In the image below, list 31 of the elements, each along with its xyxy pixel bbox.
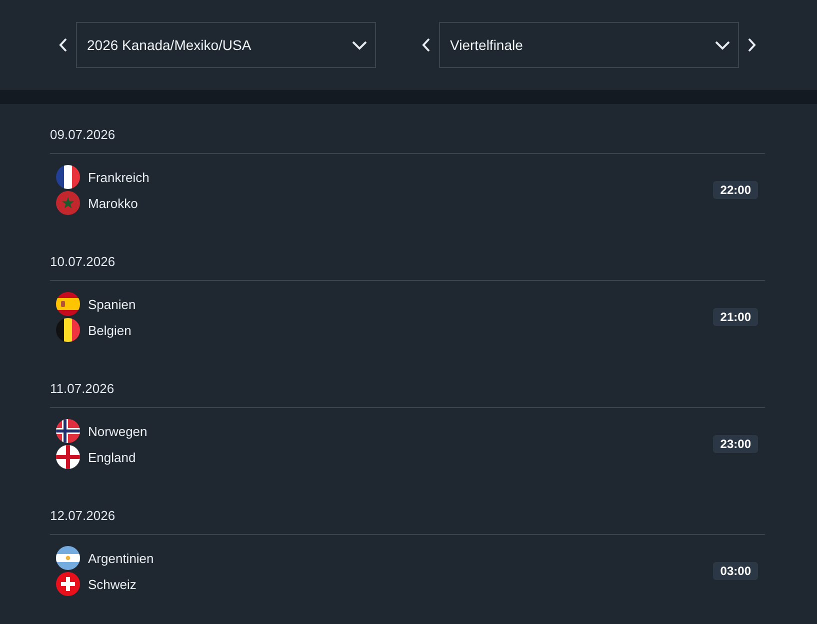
argentina-flag-icon bbox=[56, 546, 80, 570]
team-name: Schweiz bbox=[88, 576, 136, 592]
spain-flag-icon bbox=[56, 292, 80, 316]
kickoff-time: 21:00 bbox=[713, 308, 758, 326]
england-flag-icon bbox=[56, 445, 80, 469]
team-name: Frankreich bbox=[88, 170, 150, 184]
team-name: Norwegen bbox=[88, 424, 148, 438]
belgium-flag-icon bbox=[56, 318, 80, 342]
team-name: Argentinien bbox=[88, 550, 154, 566]
match-date: 11.07.2026 bbox=[50, 380, 114, 398]
france-flag-icon bbox=[56, 165, 80, 189]
team-name: Belgien bbox=[88, 322, 132, 338]
norway-flag-icon bbox=[56, 419, 80, 443]
match-date: 10.07.2026 bbox=[50, 253, 116, 271]
team-name: Marokko bbox=[88, 196, 138, 210]
chevron-down-icon bbox=[352, 40, 367, 50]
chevron-down-icon bbox=[715, 40, 730, 50]
kickoff-time: 22:00 bbox=[713, 181, 758, 199]
round-dropdown[interactable]: Viertelfinale bbox=[439, 22, 739, 68]
kickoff-time: 03:00 bbox=[713, 562, 758, 580]
chevron-right-icon bbox=[748, 38, 756, 52]
chevron-left-icon bbox=[59, 38, 67, 52]
switzerland-flag-icon bbox=[56, 572, 80, 596]
competition-dropdown[interactable]: 2026 Kanada/Mexiko/USA bbox=[76, 22, 376, 68]
team-name: Spanien bbox=[88, 296, 136, 312]
match-date: 12.07.2026 bbox=[50, 507, 116, 525]
match-date: 09.07.2026 bbox=[50, 126, 116, 144]
kickoff-time: 23:00 bbox=[713, 435, 758, 453]
morocco-flag-icon bbox=[56, 191, 80, 215]
team-name: England bbox=[88, 450, 136, 464]
chevron-left-icon bbox=[422, 38, 430, 52]
